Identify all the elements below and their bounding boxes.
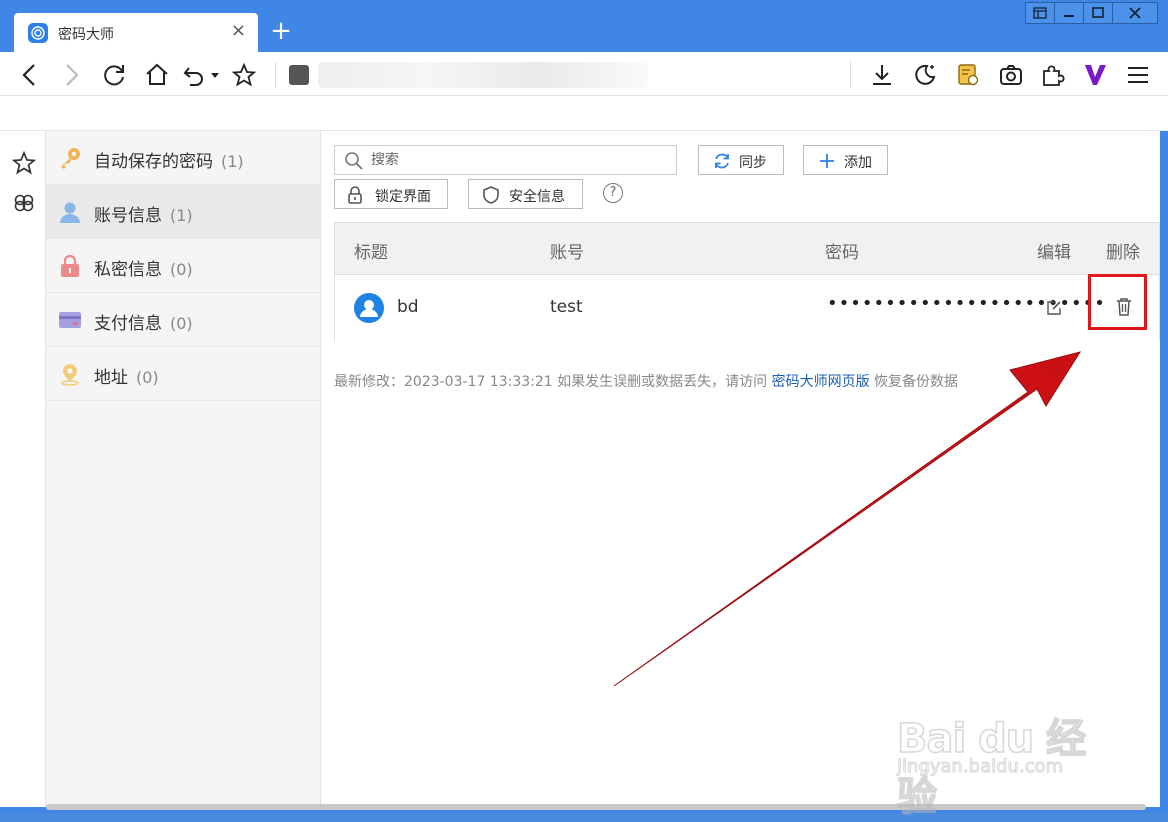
account-table: 标题 账号 密码 编辑 删除 bd test •••••••••••••••••… — [334, 222, 1160, 341]
sidebar-item-label: 自动保存的密码 — [94, 152, 213, 172]
sidebar-item-label: 账号信息 — [94, 206, 162, 226]
help-icon[interactable]: ? — [603, 183, 623, 203]
pin-window-button[interactable] — [1025, 2, 1055, 24]
back-icon[interactable] — [17, 62, 43, 88]
shield-icon — [483, 186, 499, 204]
header-edit: 编辑 — [1037, 243, 1071, 263]
security-info-button[interactable]: 安全信息 — [468, 179, 583, 209]
bookmarks-bar — [0, 96, 1168, 131]
table-row[interactable]: bd test •••••••••••••••••••••••• — [335, 275, 1159, 341]
row-account: test — [550, 297, 583, 317]
screenshot-icon[interactable] — [998, 62, 1024, 88]
delete-highlight-box — [1088, 274, 1147, 330]
favorites-star-icon[interactable] — [11, 150, 37, 175]
sidebar-item-address[interactable]: 地址 (0) — [46, 347, 320, 401]
new-tab-button[interactable]: + — [268, 16, 294, 46]
address-bar[interactable] — [318, 62, 648, 88]
night-mode-icon[interactable] — [912, 62, 938, 88]
sidebar-item-count: (1) — [170, 206, 193, 225]
clover-icon[interactable] — [12, 191, 36, 215]
divider — [275, 62, 276, 88]
browser-toolbar — [0, 52, 1168, 96]
lock-screen-label: 锁定界面 — [375, 189, 431, 205]
plus-icon — [820, 154, 834, 168]
header-account: 账号 — [550, 243, 584, 263]
sidebar-item-count: (0) — [136, 368, 159, 387]
table-header: 标题 账号 密码 编辑 删除 — [335, 223, 1159, 275]
row-password: •••••••••••••••••••••••• — [827, 293, 1106, 314]
sidebar-item-label: 私密信息 — [94, 260, 162, 280]
sidebar-item-label: 地址 — [94, 368, 128, 388]
lock-icon — [61, 254, 79, 277]
last-modified-note: 最新修改：2023-03-17 13:33:21 如果发生误删或数据丢失，请访问… — [334, 371, 958, 391]
tab-close-icon[interactable]: × — [231, 20, 246, 41]
star-icon[interactable] — [231, 62, 257, 88]
add-label: 添加 — [844, 155, 872, 171]
sync-label: 同步 — [739, 155, 767, 171]
web-version-link[interactable]: 密码大师网页版 — [772, 374, 870, 390]
sidebar-item-account[interactable]: 账号信息 (1) — [46, 185, 320, 239]
footer-suffix: 恢复备份数据 — [874, 374, 959, 390]
location-icon — [61, 364, 79, 386]
home-icon[interactable] — [144, 62, 170, 88]
search-box[interactable] — [334, 145, 677, 175]
category-sidebar: 自动保存的密码 (1) 账号信息 (1) 私密信息 (0) 支付信息 (0) 地址 (0) — [46, 131, 321, 807]
v-logo-icon[interactable] — [1082, 62, 1108, 88]
download-icon[interactable] — [869, 62, 895, 88]
header-password: 密码 — [825, 243, 859, 263]
site-icon — [289, 65, 309, 85]
undo-icon[interactable] — [182, 62, 222, 88]
sidebar-item-private[interactable]: 私密信息 (0) — [46, 239, 320, 293]
sidebar-item-autosaved[interactable]: 自动保存的密码 (1) — [46, 131, 320, 185]
footer-prefix: 最新修改：2023-03-17 13:33:21 如果发生误删或数据丢失，请访问 — [334, 374, 768, 390]
sync-button[interactable]: 同步 — [698, 145, 784, 175]
lock-screen-button[interactable]: 锁定界面 — [334, 179, 448, 209]
sidebar-item-count: (0) — [170, 260, 193, 279]
password-master-icon[interactable] — [955, 62, 981, 88]
sync-icon — [715, 153, 729, 169]
window-controls — [1025, 2, 1158, 24]
user-icon — [60, 202, 80, 223]
minimize-button[interactable] — [1054, 2, 1084, 24]
watermark-url: jingyan.baidu.com — [896, 756, 1064, 778]
row-title: bd — [397, 297, 419, 317]
security-info-label: 安全信息 — [509, 189, 565, 205]
tab-title: 密码大师 — [58, 27, 114, 43]
browser-window: 密码大师 × + 自动保存的密码 (1) 账号信息 (1) 私密信息 (0) 支… — [0, 0, 1168, 821]
tab-password-master[interactable]: 密码大师 × — [14, 13, 258, 52]
padlock-icon — [348, 186, 362, 204]
key-icon — [61, 148, 80, 169]
divider — [850, 62, 851, 88]
menu-icon[interactable] — [1125, 62, 1151, 88]
maximize-button[interactable] — [1083, 2, 1113, 24]
close-window-button[interactable] — [1112, 2, 1158, 24]
title-bar: 密码大师 × + — [0, 0, 1168, 52]
side-strip — [0, 131, 46, 807]
edit-icon[interactable] — [1045, 299, 1063, 317]
header-title: 标题 — [354, 243, 388, 263]
search-icon — [345, 152, 363, 170]
sidebar-item-label: 支付信息 — [94, 314, 162, 334]
extensions-icon[interactable] — [1039, 62, 1065, 88]
add-button[interactable]: 添加 — [803, 145, 888, 175]
search-input[interactable] — [371, 150, 671, 170]
sidebar-item-payment[interactable]: 支付信息 (0) — [46, 293, 320, 347]
header-delete: 删除 — [1106, 243, 1140, 263]
baidu-watermark: Bai du 经验 jingyan.baidu.com — [895, 690, 1115, 821]
refresh-icon[interactable] — [101, 62, 127, 88]
sidebar-item-count: (1) — [221, 152, 244, 171]
avatar-icon — [354, 293, 384, 323]
forward-icon[interactable] — [58, 62, 84, 88]
sidebar-item-count: (0) — [170, 314, 193, 333]
card-icon — [59, 312, 81, 328]
fingerprint-icon — [28, 23, 48, 43]
